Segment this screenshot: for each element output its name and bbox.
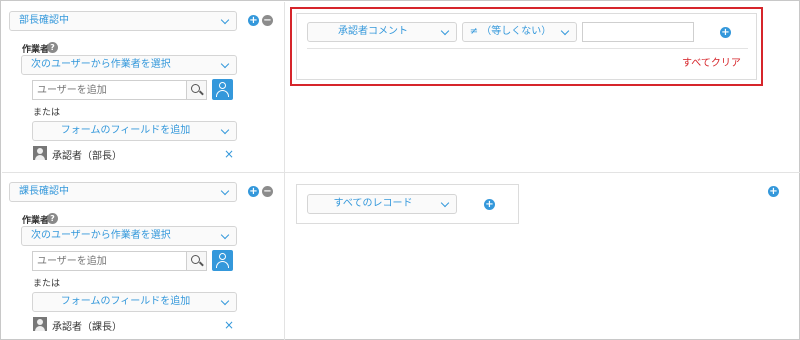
chevron-down-icon bbox=[220, 230, 230, 240]
condition-field-label: 承認者コメント bbox=[338, 26, 408, 37]
condition-box: すべてのレコード + bbox=[296, 184, 519, 224]
condition-operator-select[interactable]: ≠ （等しくない） bbox=[462, 22, 577, 42]
condition-operator-label: ≠ （等しくない） bbox=[469, 26, 552, 37]
add-field-select[interactable]: フォームのフィールドを追加 bbox=[32, 292, 237, 312]
assignee-type-label: 次のユーザーから作業者を選択 bbox=[31, 230, 171, 241]
assignee-label: 作業者 bbox=[22, 45, 50, 55]
add-condition-icon[interactable]: + bbox=[484, 199, 495, 210]
select-user-button[interactable] bbox=[212, 79, 233, 100]
status-select-label: 部長確認中 bbox=[19, 15, 69, 26]
status-select[interactable]: 部長確認中 bbox=[9, 11, 237, 31]
chevron-down-icon bbox=[440, 26, 450, 36]
user-icon-body bbox=[216, 90, 229, 97]
status-select[interactable]: 課長確認中 bbox=[9, 182, 237, 202]
assignee-type-select[interactable]: 次のユーザーから作業者を選択 bbox=[21, 55, 237, 75]
condition-field-label: すべてのレコード bbox=[333, 198, 413, 209]
chevron-down-icon bbox=[220, 59, 230, 69]
user-icon-body bbox=[216, 261, 229, 268]
avatar-head bbox=[37, 148, 43, 154]
chevron-down-icon bbox=[560, 26, 570, 36]
remove-entity-icon[interactable]: × bbox=[224, 319, 234, 331]
assigned-entity: 承認者（部長） bbox=[52, 151, 122, 162]
chevron-down-icon bbox=[220, 125, 230, 135]
search-icon-handle bbox=[199, 90, 204, 96]
avatar-head bbox=[37, 319, 43, 325]
user-search-input[interactable] bbox=[32, 251, 187, 271]
user-icon bbox=[219, 82, 226, 89]
assignee-settings: 部長確認中 + − 作業者 ? 次のユーザーから作業者を選択 または bbox=[2, 2, 285, 172]
add-condition-group-icon[interactable]: + bbox=[768, 186, 779, 197]
condition-field-select[interactable]: 承認者コメント bbox=[307, 22, 457, 42]
status-select-label: 課長確認中 bbox=[19, 186, 69, 197]
chevron-down-icon bbox=[220, 296, 230, 306]
remove-entity-icon[interactable]: × bbox=[224, 148, 234, 160]
search-icon-handle bbox=[199, 261, 204, 267]
avatar-body bbox=[35, 326, 45, 331]
or-label: または bbox=[33, 108, 61, 118]
add-field-label: フォームのフィールドを追加 bbox=[60, 296, 191, 307]
select-user-button[interactable] bbox=[212, 250, 233, 271]
or-label: または bbox=[33, 279, 61, 289]
add-condition-icon[interactable]: + bbox=[720, 27, 731, 38]
process-step-1: 部長確認中 + − 作業者 ? 次のユーザーから作業者を選択 または bbox=[2, 2, 800, 172]
condition-box: 承認者コメント ≠ （等しくない） + すべてクリア bbox=[296, 13, 757, 80]
avatar-body bbox=[35, 155, 45, 160]
user-avatar-icon bbox=[33, 317, 47, 331]
user-icon bbox=[219, 253, 226, 260]
add-field-select[interactable]: フォームのフィールドを追加 bbox=[32, 121, 237, 141]
assignee-type-select[interactable]: 次のユーザーから作業者を選択 bbox=[21, 226, 237, 246]
assigned-entity: 承認者（課長） bbox=[52, 322, 122, 333]
remove-status-icon[interactable]: − bbox=[262, 186, 273, 197]
process-step-2: 課長確認中 + − 作業者 ? 次のユーザーから作業者を選択 または bbox=[2, 172, 800, 340]
search-button[interactable] bbox=[187, 251, 207, 271]
condition-value-input[interactable] bbox=[582, 22, 694, 42]
process-management-panel: 部長確認中 + − 作業者 ? 次のユーザーから作業者を選択 または bbox=[0, 0, 800, 340]
help-icon[interactable]: ? bbox=[47, 213, 58, 224]
user-search-input[interactable] bbox=[32, 80, 187, 100]
help-icon[interactable]: ? bbox=[47, 42, 58, 53]
add-status-icon[interactable]: + bbox=[248, 15, 259, 26]
assignee-type-label: 次のユーザーから作業者を選択 bbox=[31, 59, 171, 70]
condition-field-select[interactable]: すべてのレコード bbox=[307, 194, 457, 214]
add-field-label: フォームのフィールドを追加 bbox=[60, 125, 191, 136]
remove-status-icon[interactable]: − bbox=[262, 15, 273, 26]
assignee-settings: 課長確認中 + − 作業者 ? 次のユーザーから作業者を選択 または bbox=[2, 173, 285, 340]
user-avatar-icon bbox=[33, 146, 47, 160]
clear-all-link[interactable]: すべてクリア bbox=[682, 54, 741, 69]
assignee-label: 作業者 bbox=[22, 216, 50, 226]
condition-divider bbox=[307, 48, 748, 49]
chevron-down-icon bbox=[220, 15, 230, 25]
chevron-down-icon bbox=[220, 186, 230, 196]
add-status-icon[interactable]: + bbox=[248, 186, 259, 197]
chevron-down-icon bbox=[440, 198, 450, 208]
search-button[interactable] bbox=[187, 80, 207, 100]
